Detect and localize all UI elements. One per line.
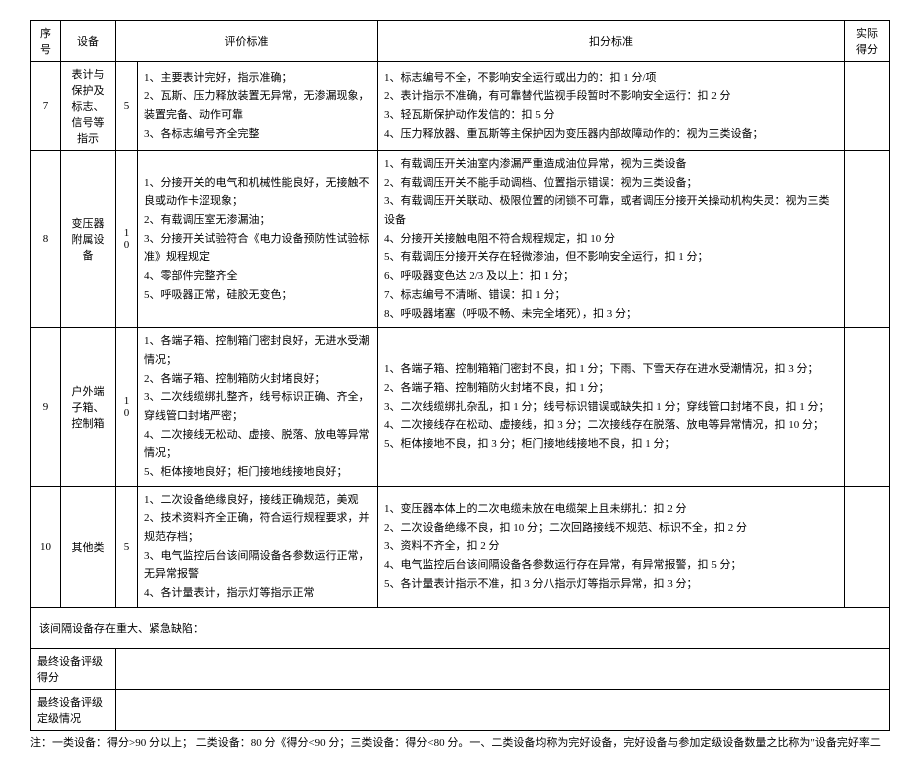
cell-points: 10 <box>116 151 138 328</box>
cell-device: 其他类 <box>61 486 116 607</box>
cell-deduct: 1、标志编号不全，不影响安全运行或出力的：扣 1 分/项 2、表计指示不准确，有… <box>378 62 845 151</box>
header-row: 序号 设备 评价标准 扣分标准 实际得分 <box>31 21 890 62</box>
cell-deduct: 1、各端子箱、控制箱箱门密封不良，扣 1 分；下雨、下雪天存在进水受潮情况，扣 … <box>378 328 845 487</box>
footnote: 注：一类设备：得分>90 分以上； 二类设备：80 分《得分<90 分；三类设备… <box>30 735 890 753</box>
table-row: 10其他类51、二次设备绝缘良好，接线正确规范，美观 2、技术资料齐全正确，符合… <box>31 486 890 607</box>
final-grade-row: 最终设备评级定级情况 <box>31 689 890 730</box>
final-score-label: 最终设备评级得分 <box>31 648 116 689</box>
cell-index: 8 <box>31 151 61 328</box>
table-body: 7表计与保护及标志、信号等指示51、主要表计完好，指示准确； 2、瓦斯、压力释放… <box>31 62 890 731</box>
cell-criteria: 1、主要表计完好，指示准确； 2、瓦斯、压力释放装置无异常，无渗漏现象，装置完备… <box>138 62 378 151</box>
cell-index: 7 <box>31 62 61 151</box>
evaluation-table: 序号 设备 评价标准 扣分标准 实际得分 7表计与保护及标志、信号等指示51、主… <box>30 20 890 731</box>
cell-score <box>845 486 890 607</box>
header-criteria: 评价标准 <box>116 21 378 62</box>
cell-score <box>845 151 890 328</box>
header-deduct: 扣分标准 <box>378 21 845 62</box>
cell-score <box>845 328 890 487</box>
table-row: 9户外端子箱、控制箱101、各端子箱、控制箱门密封良好，无进水受潮情况； 2、各… <box>31 328 890 487</box>
cell-index: 10 <box>31 486 61 607</box>
cell-device: 表计与保护及标志、信号等指示 <box>61 62 116 151</box>
cell-deduct: 1、变压器本体上的二次电缆未放在电缆架上且未绑扎：扣 2 分 2、二次设备绝缘不… <box>378 486 845 607</box>
final-score-value <box>116 648 890 689</box>
table-row: 7表计与保护及标志、信号等指示51、主要表计完好，指示准确； 2、瓦斯、压力释放… <box>31 62 890 151</box>
cell-criteria: 1、各端子箱、控制箱门密封良好，无进水受潮情况； 2、各端子箱、控制箱防火封堵良… <box>138 328 378 487</box>
cell-index: 9 <box>31 328 61 487</box>
cell-criteria: 1、分接开关的电气和机械性能良好，无接触不良或动作卡涩现象； 2、有载调压室无渗… <box>138 151 378 328</box>
cell-points: 5 <box>116 62 138 151</box>
cell-score <box>845 62 890 151</box>
cell-device: 变压器附属设备 <box>61 151 116 328</box>
cell-device: 户外端子箱、控制箱 <box>61 328 116 487</box>
cell-deduct: 1、有载调压开关油室内渗漏严重造成油位异常，视为三类设备 2、有载调压开关不能手… <box>378 151 845 328</box>
final-grade-value <box>116 689 890 730</box>
defect-row: 该间隔设备存在重大、紧急缺陷： <box>31 607 890 648</box>
table-row: 8变压器附属设备101、分接开关的电气和机械性能良好，无接触不良或动作卡涩现象；… <box>31 151 890 328</box>
cell-points: 5 <box>116 486 138 607</box>
final-score-row: 最终设备评级得分 <box>31 648 890 689</box>
header-device: 设备 <box>61 21 116 62</box>
cell-points: 10 <box>116 328 138 487</box>
header-score: 实际得分 <box>845 21 890 62</box>
cell-criteria: 1、二次设备绝缘良好，接线正确规范，美观 2、技术资料齐全正确，符合运行规程要求… <box>138 486 378 607</box>
final-grade-label: 最终设备评级定级情况 <box>31 689 116 730</box>
header-index: 序号 <box>31 21 61 62</box>
defect-cell: 该间隔设备存在重大、紧急缺陷： <box>31 607 890 648</box>
